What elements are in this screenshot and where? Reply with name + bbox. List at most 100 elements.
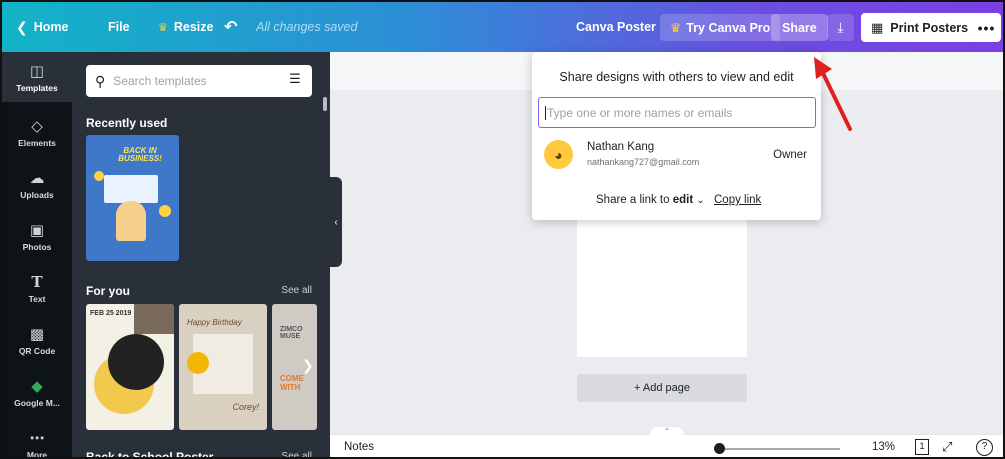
- share-label: Share: [782, 20, 817, 35]
- sidebar-item-label: Templates: [16, 82, 58, 93]
- qr-code-icon: ▩: [29, 325, 45, 343]
- undo-icon: ↶: [224, 19, 238, 36]
- print-posters-button[interactable]: ▦ Print Posters: [861, 13, 979, 42]
- page-count-icon[interactable]: 1: [915, 439, 929, 455]
- template-thumbnail[interactable]: Happy Birthday Corey!: [179, 304, 267, 430]
- chevron-left-icon: ❮: [16, 18, 28, 35]
- try-pro-label: Try Canva Pro: [686, 20, 771, 35]
- print-label: Print Posters: [890, 20, 969, 35]
- design-page[interactable]: [577, 212, 747, 357]
- chevron-left-icon: ‹: [334, 216, 338, 228]
- share-link-prefix: Share a link to: [596, 194, 670, 206]
- resize-button[interactable]: ♛ Resize: [158, 2, 213, 52]
- illustration: [116, 201, 146, 241]
- app-window: ❮ Home File ♛ Resize ↶ All changes saved…: [0, 0, 1005, 459]
- crown-icon: ♛: [670, 21, 682, 35]
- share-link-setting[interactable]: Share a link to edit ⌄: [596, 194, 705, 206]
- share-dialog: Share designs with others to view and ed…: [532, 52, 821, 220]
- chevron-up-icon[interactable]: ⌃: [650, 427, 684, 437]
- for-you-heading: For you: [86, 284, 130, 298]
- share-button[interactable]: Share: [771, 14, 828, 41]
- user-role: Owner: [773, 149, 807, 161]
- back-to-school-heading: Back to School Poster: [86, 450, 214, 459]
- ellipsis-icon: •••: [977, 19, 996, 36]
- notes-button[interactable]: Notes: [344, 441, 374, 453]
- sidebar-item-text[interactable]: T Text: [2, 263, 72, 313]
- sidebar-item-label: Photos: [22, 241, 52, 252]
- chevron-down-icon: ⌄: [696, 195, 705, 206]
- sidebar-item-label: Google M...: [14, 397, 60, 408]
- share-dialog-title: Share designs with others to view and ed…: [559, 70, 794, 84]
- user-email: nathankang727@gmail.com: [587, 157, 700, 167]
- undo-button[interactable]: ↶: [224, 2, 243, 52]
- home-button[interactable]: ❮ Home: [16, 2, 68, 52]
- download-icon: ⤓: [837, 19, 844, 35]
- bottom-bar: ⌃ Notes 13% 1 ⤢ ?: [330, 427, 1003, 457]
- file-menu[interactable]: File: [108, 2, 130, 52]
- document-title[interactable]: Canva Poster: [576, 2, 656, 52]
- text-icon: T: [31, 272, 43, 291]
- photo: [134, 304, 174, 334]
- zoom-slider-handle[interactable]: [714, 443, 725, 454]
- zoom-level[interactable]: 13%: [872, 441, 895, 453]
- zoom-slider[interactable]: [720, 448, 840, 450]
- templates-panel: ⚲ Search templates ☰ Recently used BACK …: [72, 52, 330, 459]
- sidebar-item-elements[interactable]: ◇ Elements: [2, 107, 72, 157]
- sidebar-item-google-maps[interactable]: ◆ Google M...: [2, 367, 72, 417]
- photos-icon: ▣: [29, 221, 45, 239]
- avatar: ◕: [544, 140, 573, 169]
- help-icon[interactable]: ?: [976, 439, 993, 456]
- file-label: File: [108, 20, 130, 34]
- more-options-button[interactable]: •••: [972, 13, 1001, 42]
- poster-text: COME WITH: [280, 374, 304, 392]
- search-input[interactable]: ⚲ Search templates ☰: [86, 65, 312, 97]
- fullscreen-icon[interactable]: ⤢: [942, 439, 952, 455]
- top-bar: ❮ Home File ♛ Resize ↶ All changes saved…: [2, 2, 1003, 52]
- sidebar-item-templates[interactable]: ◫ Templates: [2, 52, 72, 102]
- panel-scrollbar[interactable]: [323, 97, 327, 111]
- more-icon: ⋯: [29, 429, 45, 447]
- annotation-arrow-icon: [814, 57, 852, 131]
- see-all-link[interactable]: See all: [281, 451, 312, 457]
- share-link-mode: edit: [672, 194, 694, 206]
- download-button[interactable]: ⤓: [827, 14, 854, 41]
- share-email-input[interactable]: Type one or more names or emails: [538, 97, 816, 128]
- recently-used-heading: Recently used: [86, 116, 168, 130]
- decoration: [187, 352, 209, 374]
- crown-icon: ♛: [158, 21, 168, 34]
- google-maps-icon: ◆: [31, 377, 43, 395]
- sidebar-item-label: Elements: [18, 137, 56, 148]
- poster-text: BACK IN BUSINESS!: [118, 146, 162, 163]
- save-status: All changes saved: [256, 20, 358, 34]
- collapse-panel-button[interactable]: ‹: [330, 177, 342, 267]
- chevron-right-icon[interactable]: ❯: [302, 357, 314, 374]
- poster-text: ZIMCO MUSE: [280, 326, 303, 340]
- templates-icon: ◫: [29, 62, 45, 80]
- recent-template-thumbnail[interactable]: BACK IN BUSINESS!: [86, 135, 179, 261]
- share-input-placeholder: Type one or more names or emails: [547, 105, 733, 120]
- sidebar-item-photos[interactable]: ▣ Photos: [2, 211, 72, 261]
- resize-label: Resize: [173, 20, 214, 34]
- sidebar-item-uploads[interactable]: ☁ Uploads: [2, 159, 72, 209]
- search-icon: ⚲: [95, 72, 106, 89]
- user-name: Nathan Kang: [587, 141, 655, 153]
- sidebar-item-label: QR Code: [18, 345, 56, 356]
- see-all-link[interactable]: See all: [281, 285, 312, 296]
- poster-text: FEB 25 2019: [90, 310, 132, 317]
- copy-link-button[interactable]: Copy link: [714, 194, 761, 206]
- left-sidebar: ◫ Templates ◇ Elements ☁ Uploads ▣ Photo…: [2, 52, 72, 459]
- try-canva-pro-button[interactable]: ♛ Try Canva Pro: [660, 14, 781, 41]
- decoration: [159, 205, 171, 217]
- filter-icon[interactable]: ☰: [285, 71, 305, 91]
- sidebar-item-more[interactable]: ⋯ More: [2, 419, 72, 459]
- sidebar-item-label: More: [26, 449, 48, 459]
- poster-text: Happy Birthday: [187, 318, 242, 327]
- elements-icon: ◇: [31, 117, 43, 135]
- print-icon: ▦: [871, 19, 884, 35]
- template-thumbnail[interactable]: FEB 25 2019: [86, 304, 174, 430]
- decoration: [104, 175, 158, 203]
- photo: [108, 334, 164, 390]
- add-page-button[interactable]: + Add page: [577, 374, 747, 402]
- decoration: [94, 171, 104, 181]
- sidebar-item-qr-code[interactable]: ▩ QR Code: [2, 315, 72, 365]
